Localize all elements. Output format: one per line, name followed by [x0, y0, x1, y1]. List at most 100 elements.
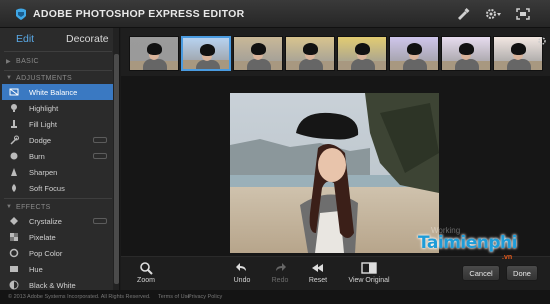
preset-thumbnail[interactable]	[129, 36, 179, 71]
preset-thumbnail[interactable]	[181, 36, 231, 71]
chevron-down-icon: ▼	[6, 75, 13, 81]
sidebar-item-soft-focus[interactable]: Soft Focus	[2, 180, 113, 196]
thumbnail-figure	[351, 59, 375, 70]
thumbnail-figure	[143, 59, 167, 70]
sidebar-item-label: Dodge	[29, 136, 52, 145]
chevron-down-icon: ▼	[6, 204, 13, 210]
sidebar-item-fill-light[interactable]: Fill Light	[2, 116, 113, 132]
footer: © 2013 Adobe Systems Incorporated. All R…	[0, 290, 550, 304]
sidebar-item-label: Crystalize	[29, 217, 62, 226]
settings-button[interactable]	[482, 5, 506, 23]
sidebar-item-label: Hue	[29, 265, 43, 274]
terms-link[interactable]: Terms of Use	[158, 294, 190, 300]
crystalize-icon	[10, 217, 18, 225]
taimienphi-logo-suffix: .vn	[502, 254, 513, 261]
thumbnail-figure	[507, 59, 531, 70]
compare-icon	[361, 262, 377, 274]
privacy-link[interactable]: Privacy Policy	[188, 294, 222, 300]
sidebar-item-label: White Balance	[29, 88, 78, 97]
preset-thumbnails-strip	[121, 28, 550, 76]
reset-icon	[312, 264, 323, 272]
thumbnail-beret	[355, 43, 370, 55]
view-original-label: View Original	[348, 277, 390, 284]
divider	[4, 70, 112, 71]
gear-icon[interactable]	[538, 32, 546, 50]
sharpen-icon	[11, 168, 17, 176]
sidebar-item-crystalize[interactable]: Crystalize	[2, 213, 113, 229]
view-original-button[interactable]: View Original	[343, 261, 395, 284]
zoom-label: Zoom	[137, 277, 155, 284]
burn-icon	[10, 152, 18, 160]
bottom-toolbar: Zoom Undo Redo Reset View Original Cance…	[121, 256, 550, 290]
sidebar-item-sharpen[interactable]: Sharpen	[2, 164, 113, 180]
section-effects-label: EFFECTS	[16, 204, 51, 211]
sidebar-item-label: Fill Light	[29, 120, 57, 129]
zoom-icon	[140, 262, 153, 275]
undo-icon	[236, 263, 246, 271]
thumbnail-beret	[303, 43, 318, 55]
cancel-button[interactable]: Cancel	[462, 265, 500, 281]
sidebar-item-label: Soft Focus	[29, 184, 65, 193]
redo-icon	[276, 263, 286, 271]
sidebar-item-burn[interactable]: Burn	[2, 148, 113, 164]
thumbnail-figure	[299, 59, 323, 70]
sidebar-item-label: Black & White	[29, 281, 76, 290]
thumbnail-beret	[459, 43, 474, 55]
photoshop-express-logo-icon	[16, 8, 26, 20]
toggle-switch[interactable]	[93, 218, 107, 224]
thumbnail-figure	[196, 60, 220, 69]
fullscreen-icon	[516, 8, 530, 20]
done-button[interactable]: Done	[506, 265, 538, 281]
preset-thumbnail[interactable]	[493, 36, 543, 71]
zoom-button[interactable]: Zoom	[133, 261, 159, 284]
thumbnail-beret	[407, 43, 422, 55]
sidebar-item-pixelate[interactable]: Pixelate	[2, 229, 113, 245]
dodge-icon	[10, 135, 19, 145]
sidebar-item-label: Burn	[29, 152, 45, 161]
reset-label: Reset	[308, 277, 328, 284]
undo-label: Undo	[233, 277, 251, 284]
preset-thumbnail[interactable]	[285, 36, 335, 71]
sidebar-item-hue[interactable]: Hue	[2, 261, 113, 277]
white-balance-icon	[9, 88, 19, 96]
preset-thumbnail[interactable]	[441, 36, 491, 71]
scrollbar-thumb[interactable]	[114, 54, 119, 284]
gear-icon	[486, 9, 501, 19]
taimienphi-logo: Taimienphi	[418, 233, 517, 253]
divider	[4, 198, 112, 199]
tab-decorate[interactable]: Decorate	[66, 33, 109, 45]
lightbulb-icon	[11, 104, 17, 112]
thumbnail-beret	[200, 44, 215, 56]
preset-thumbnail[interactable]	[233, 36, 283, 71]
toggle-switch[interactable]	[93, 137, 107, 143]
undo-button[interactable]: Undo	[229, 261, 255, 284]
thumbnail-beret	[251, 43, 266, 55]
app-title: ADOBE PHOTOSHOP EXPRESS EDITOR	[33, 8, 245, 20]
sidebar-item-dodge[interactable]: Dodge	[2, 132, 113, 148]
thumbnail-beret	[511, 43, 526, 55]
pop-color-icon	[9, 248, 19, 258]
hue-icon	[10, 266, 18, 272]
fullscreen-button[interactable]	[512, 5, 534, 23]
image-canvas[interactable]: Working	[121, 76, 550, 256]
sidebar-item-highlight[interactable]: Highlight	[2, 100, 113, 116]
preset-thumbnail[interactable]	[337, 36, 387, 71]
copyright-text: © 2013 Adobe Systems Incorporated. All R…	[8, 294, 151, 300]
brush-button[interactable]	[452, 5, 474, 23]
redo-button[interactable]: Redo	[267, 261, 293, 284]
toggle-switch[interactable]	[93, 153, 107, 159]
sidebar-item-label: Sharpen	[29, 168, 58, 177]
thumbnail-figure	[403, 59, 427, 70]
thumbnail-figure	[247, 59, 271, 70]
black-white-icon	[9, 280, 19, 290]
sidebar-item-white-balance[interactable]: White Balance	[2, 84, 113, 100]
reset-button[interactable]: Reset	[305, 261, 331, 284]
sidebar-item-black-white[interactable]: Black & White	[2, 277, 113, 290]
tab-edit[interactable]: Edit	[16, 33, 34, 45]
section-adjustments-label: ADJUSTMENTS	[16, 75, 73, 82]
photo-preview	[230, 93, 439, 253]
section-basic[interactable]: ▶ BASIC	[0, 55, 112, 69]
sidebar-item-pop-color[interactable]: Pop Color	[2, 245, 113, 261]
pixelate-icon	[10, 233, 18, 241]
preset-thumbnail[interactable]	[389, 36, 439, 71]
